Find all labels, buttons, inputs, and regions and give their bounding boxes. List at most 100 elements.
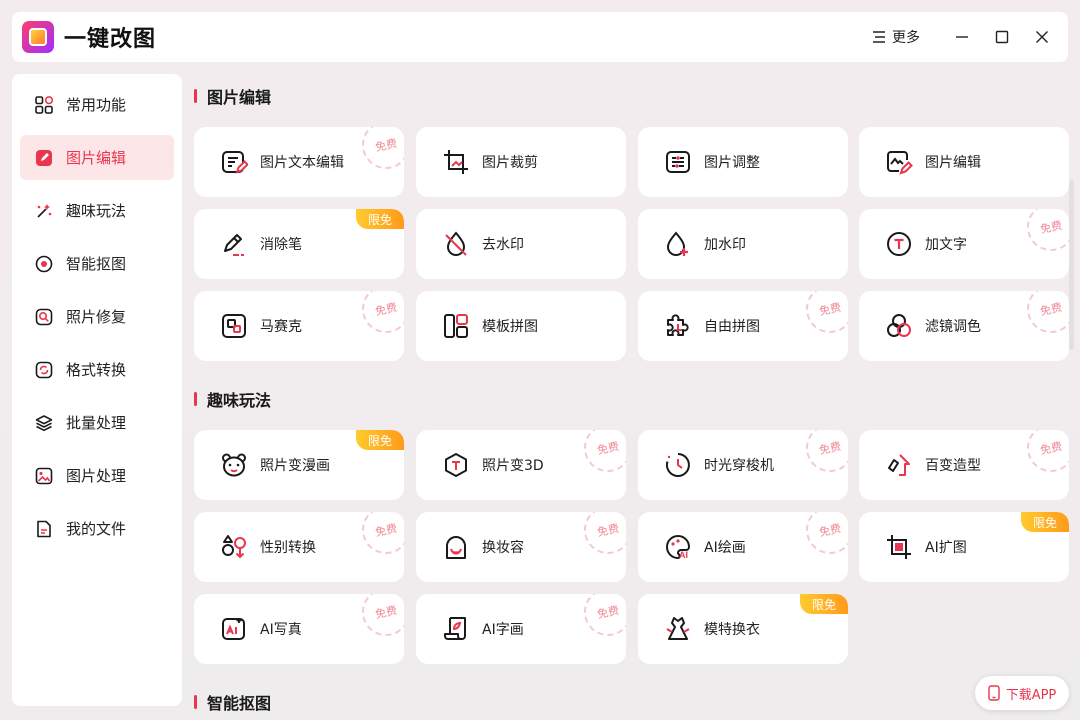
convert-icon [35,361,53,378]
download-app-button[interactable]: 下载APP [975,676,1069,710]
target-icon [35,255,53,272]
feature-card[interactable]: 换妆容 免费 [416,512,626,582]
feature-card[interactable]: AI扩图 限免 [859,512,1069,582]
sidebar-item-5[interactable]: 格式转换 [20,347,174,392]
feature-card[interactable]: 照片变漫画 限免 [194,430,404,500]
adjust-icon [666,151,690,173]
feature-card[interactable]: 消除笔 限免 [194,209,404,279]
image-icon [35,467,53,484]
feature-card-label: AI绘画 [704,540,746,556]
feature-card-label: 滤镜调色 [925,319,981,335]
feature-card-label: 图片裁剪 [482,155,538,171]
repair-icon [35,308,53,325]
sidebar-item-8[interactable]: 我的文件 [20,506,174,551]
minimize-icon [956,36,968,38]
feature-card-label: 百变造型 [925,458,981,474]
sidebar-item-6[interactable]: 批量处理 [20,400,174,445]
file-icon [37,520,51,537]
sidebar-item-label: 格式转换 [66,361,127,379]
feature-card-label: 图片调整 [704,155,760,171]
free-stamp: 免费 [1022,291,1069,338]
feature-card[interactable]: 性别转换 免费 [194,512,404,582]
mosaic-icon [222,314,246,338]
menu-icon [873,31,885,43]
feature-card[interactable]: 自由拼图 免费 [638,291,848,361]
sidebar-item-label: 趣味玩法 [66,202,127,220]
section-title: 图片编辑 [194,84,271,108]
feature-card[interactable]: 马赛克 免费 [194,291,404,361]
feature-card[interactable]: AI字画 免费 [416,594,626,664]
sidebar-item-0[interactable]: 常用功能 [20,82,174,127]
minimize-button[interactable] [942,17,982,57]
feature-card[interactable]: AI AI绘画 免费 [638,512,848,582]
feature-card[interactable]: 去水印 [416,209,626,279]
free-stamp: 免费 [357,512,404,559]
feature-card-label: 图片编辑 [925,155,981,171]
cube-icon [445,453,467,477]
free-stamp: 免费 [801,291,848,338]
feature-card[interactable]: 图片调整 [638,127,848,197]
bear-face-icon [222,453,246,477]
free-stamp: 免费 [801,430,848,477]
dress-icon [666,617,690,640]
feature-card[interactable]: 图片裁剪 [416,127,626,197]
feature-card-label: AI写真 [260,622,302,638]
sidebar-item-label: 图片处理 [66,467,127,485]
sidebar-item-2[interactable]: 趣味玩法 [20,188,174,233]
limited-free-badge: 限免 [799,594,848,614]
filter-icon [887,314,911,337]
ai-photo-icon [222,618,245,640]
feature-card-label: 照片变3D [482,458,544,474]
feature-card-label: 消除笔 [260,237,302,253]
feature-card-label: 性别转换 [260,540,316,556]
sidebar-item-1[interactable]: 图片编辑 [20,135,174,180]
feature-card[interactable]: 加文字 免费 [859,209,1069,279]
free-collage-icon [667,314,689,336]
feature-card[interactable]: 时光穿梭机 免费 [638,430,848,500]
sidebar-item-3[interactable]: 智能抠图 [20,241,174,286]
sidebar-item-7[interactable]: 图片处理 [20,453,174,498]
free-stamp: 免费 [1022,430,1069,477]
free-stamp: 免费 [801,512,848,559]
app-logo-icon [22,21,54,53]
feature-card[interactable]: AI写真 免费 [194,594,404,664]
scrollbar-thumb[interactable] [1069,180,1074,350]
feature-card[interactable]: 模特换衣 限免 [638,594,848,664]
edit-icon [36,149,52,166]
more-menu-button[interactable]: 更多 [872,27,920,47]
sidebar-item-label: 照片修复 [66,308,127,326]
sidebar: 常用功能图片编辑趣味玩法智能抠图照片修复格式转换批量处理图片处理我的文件 [12,74,182,706]
free-stamp: 免费 [1022,209,1069,256]
feature-card-label: 图片文本编辑 [260,155,344,171]
sidebar-item-label: 常用功能 [66,96,127,114]
free-stamp: 免费 [357,594,404,641]
scroll-icon [444,617,466,640]
feature-card[interactable]: 滤镜调色 免费 [859,291,1069,361]
feature-card-label: 自由拼图 [704,319,760,335]
section-title: 智能抠图 [194,690,271,714]
section-title-text: 趣味玩法 [207,391,272,410]
section-title-text: 图片编辑 [207,88,272,107]
main-content: 图片编辑 图片文本编辑 免费 图片裁剪 图片调整 图片编辑 消除笔 限免 去水印 加水印 加文字 免费… [194,74,1069,720]
maximize-icon [995,30,1009,44]
feature-card[interactable]: 图片编辑 [859,127,1069,197]
palette-icon: AI [666,534,691,560]
close-button[interactable] [1022,17,1062,57]
shape-icon [888,454,910,476]
maximize-button[interactable] [982,17,1022,57]
feature-card[interactable]: 百变造型 免费 [859,430,1069,500]
feature-card[interactable]: 模板拼图 [416,291,626,361]
sidebar-item-label: 我的文件 [66,520,127,538]
feature-card[interactable]: 照片变3D 免费 [416,430,626,500]
image-edit-icon [887,151,913,175]
feature-card[interactable]: 图片文本编辑 免费 [194,127,404,197]
limited-free-badge: 限免 [1020,512,1069,532]
sidebar-item-4[interactable]: 照片修复 [20,294,174,339]
title-bar: 一键改图 更多 [12,12,1068,62]
crop-icon [444,150,468,174]
limited-free-badge: 限免 [355,430,404,450]
feature-card[interactable]: 加水印 [638,209,848,279]
clock-icon [665,453,690,477]
section-title: 趣味玩法 [194,387,271,411]
close-icon [1036,31,1048,43]
